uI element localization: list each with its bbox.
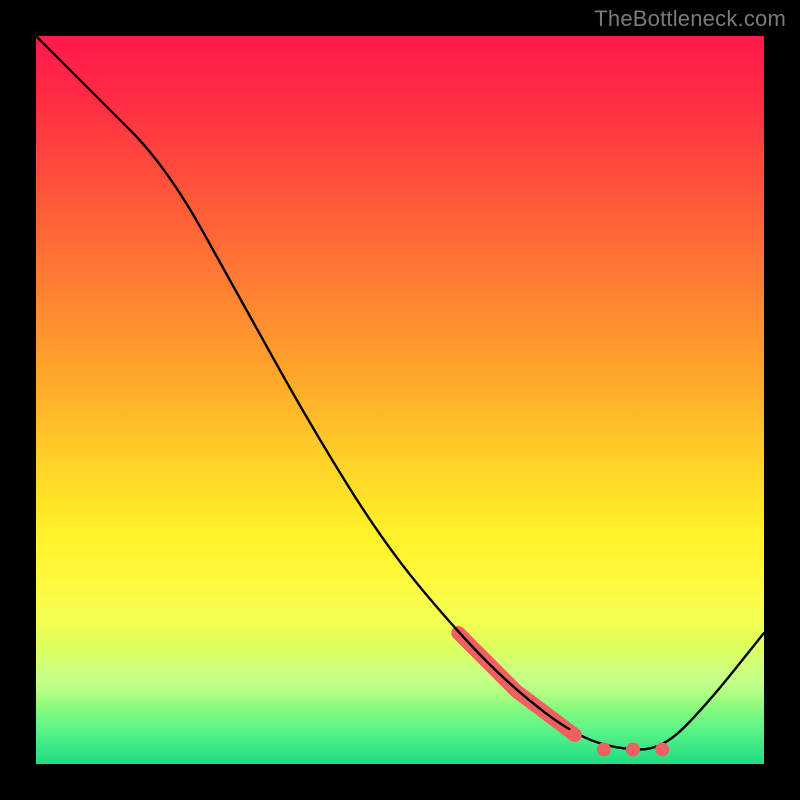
- attribution-label: TheBottleneck.com: [594, 6, 786, 32]
- plot-area: [36, 36, 764, 764]
- chart-wrap: TheBottleneck.com: [0, 0, 800, 800]
